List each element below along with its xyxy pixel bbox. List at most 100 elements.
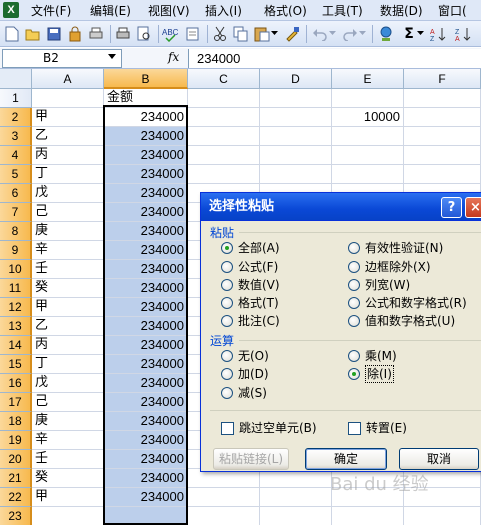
cell-a15[interactable]: 丁	[32, 355, 104, 374]
cell-c23[interactable]	[188, 507, 260, 525]
cell-b19[interactable]: 234000	[104, 431, 188, 450]
radio-paste-all-indicator[interactable]	[221, 242, 233, 254]
cell-b6[interactable]: 234000	[104, 184, 188, 203]
cell-b21[interactable]: 234000	[104, 469, 188, 488]
cell-f2[interactable]	[404, 108, 481, 127]
name-box-dropdown-icon[interactable]	[108, 54, 116, 59]
cell-a11[interactable]: 癸	[32, 279, 104, 298]
paste-link-button[interactable]: 粘贴链接(L)	[213, 448, 289, 470]
radio-paste-column-widths-indicator[interactable]	[348, 279, 360, 291]
cell-e3[interactable]	[332, 127, 404, 146]
cell-f23[interactable]	[404, 507, 481, 525]
radio-paste-formulas-number-formats[interactable]: 公式和数字格式(R)	[348, 295, 467, 311]
cell-b14[interactable]: 234000	[104, 336, 188, 355]
cell-a8[interactable]: 庚	[32, 222, 104, 241]
menu-view[interactable]: 视图(V)	[148, 3, 190, 19]
row-header-18[interactable]: 18	[0, 412, 32, 431]
radio-op-add[interactable]: 加(D)	[221, 366, 269, 382]
ok-button[interactable]: 确定	[305, 448, 387, 470]
cell-a23[interactable]	[32, 507, 104, 525]
row-header-3[interactable]: 3	[0, 127, 32, 146]
cell-a12[interactable]: 甲	[32, 298, 104, 317]
cell-e5[interactable]	[332, 165, 404, 184]
menu-window[interactable]: 窗口(	[438, 3, 467, 19]
cell-a14[interactable]: 丙	[32, 336, 104, 355]
radio-paste-except-borders[interactable]: 边框除外(X)	[348, 259, 431, 275]
row-header-9[interactable]: 9	[0, 241, 32, 260]
menu-insert[interactable]: 插入(I)	[205, 3, 242, 19]
sort-descending-icon[interactable]: ZA	[455, 25, 473, 43]
cell-a21[interactable]: 癸	[32, 469, 104, 488]
row-header-11[interactable]: 11	[0, 279, 32, 298]
radio-paste-validation[interactable]: 有效性验证(N)	[348, 240, 443, 256]
cell-d3[interactable]	[260, 127, 332, 146]
menu-format[interactable]: 格式(O)	[264, 3, 307, 19]
cell-f3[interactable]	[404, 127, 481, 146]
cell-f5[interactable]	[404, 165, 481, 184]
row-header-19[interactable]: 19	[0, 431, 32, 450]
row-header-8[interactable]: 8	[0, 222, 32, 241]
row-header-14[interactable]: 14	[0, 336, 32, 355]
radio-paste-formats-indicator[interactable]	[221, 297, 233, 309]
autosum-icon[interactable]: Σ	[400, 25, 418, 43]
radio-op-subtract-indicator[interactable]	[221, 387, 233, 399]
cell-b20[interactable]: 234000	[104, 450, 188, 469]
row-header-21[interactable]: 21	[0, 469, 32, 488]
cell-b10[interactable]: 234000	[104, 260, 188, 279]
preview-icon[interactable]	[135, 25, 153, 43]
spelling-icon[interactable]: ABC	[162, 25, 180, 43]
row-header-7[interactable]: 7	[0, 203, 32, 222]
column-header-c[interactable]: C	[188, 69, 260, 89]
row-header-17[interactable]: 17	[0, 393, 32, 412]
radio-paste-formulas[interactable]: 公式(F)	[221, 259, 278, 275]
column-header-f[interactable]: F	[404, 69, 481, 89]
print-icon[interactable]	[114, 25, 132, 43]
dialog-title[interactable]: 选择性粘贴	[201, 193, 481, 221]
hyperlink-icon[interactable]	[377, 25, 395, 43]
cell-b1[interactable]: 金额	[104, 89, 188, 108]
checkbox-transpose-box[interactable]	[348, 421, 361, 435]
cell-b11[interactable]: 234000	[104, 279, 188, 298]
radio-paste-values-indicator[interactable]	[221, 279, 233, 291]
help-icon[interactable]: ?	[441, 197, 462, 218]
cell-b15[interactable]: 234000	[104, 355, 188, 374]
radio-paste-comments-indicator[interactable]	[221, 315, 233, 327]
cell-b7[interactable]: 234000	[104, 203, 188, 222]
cell-b23[interactable]	[104, 507, 188, 525]
cell-b18[interactable]: 234000	[104, 412, 188, 431]
cell-c22[interactable]	[188, 488, 260, 507]
radio-paste-all[interactable]: 全部(A)	[221, 240, 280, 256]
cell-b8[interactable]: 234000	[104, 222, 188, 241]
radio-op-none[interactable]: 无(O)	[221, 348, 269, 364]
name-box[interactable]: B2	[2, 49, 122, 68]
undo-dropdown-icon[interactable]	[329, 25, 337, 43]
new-icon[interactable]	[3, 25, 21, 43]
cell-a4[interactable]: 丙	[32, 146, 104, 165]
menu-data[interactable]: 数据(D)	[380, 3, 423, 19]
row-header-16[interactable]: 16	[0, 374, 32, 393]
cell-d23[interactable]	[260, 507, 332, 525]
cell-a6[interactable]: 戊	[32, 184, 104, 203]
excel-app-icon[interactable]: X	[3, 2, 19, 18]
row-header-12[interactable]: 12	[0, 298, 32, 317]
copy-icon[interactable]	[232, 25, 250, 43]
radio-paste-values-number-formats-indicator[interactable]	[348, 315, 360, 327]
checkbox-transpose[interactable]: 转置(E)	[348, 420, 407, 436]
menu-edit[interactable]: 编辑(E)	[90, 3, 131, 19]
cell-a18[interactable]: 庚	[32, 412, 104, 431]
cancel-button[interactable]: 取消	[399, 448, 479, 470]
cell-a20[interactable]: 壬	[32, 450, 104, 469]
radio-op-subtract[interactable]: 减(S)	[221, 385, 267, 401]
formula-input[interactable]: 234000	[188, 49, 481, 68]
cell-e23[interactable]	[332, 507, 404, 525]
cell-d2[interactable]	[260, 108, 332, 127]
radio-op-divide-indicator[interactable]	[348, 368, 360, 380]
close-icon[interactable]: ×	[465, 197, 481, 218]
radio-paste-comments[interactable]: 批注(C)	[221, 313, 280, 329]
cell-c4[interactable]	[188, 146, 260, 165]
row-header-4[interactable]: 4	[0, 146, 32, 165]
cell-a13[interactable]: 乙	[32, 317, 104, 336]
row-header-6[interactable]: 6	[0, 184, 32, 203]
radio-op-multiply-indicator[interactable]	[348, 350, 360, 362]
radio-paste-column-widths[interactable]: 列宽(W)	[348, 277, 410, 293]
